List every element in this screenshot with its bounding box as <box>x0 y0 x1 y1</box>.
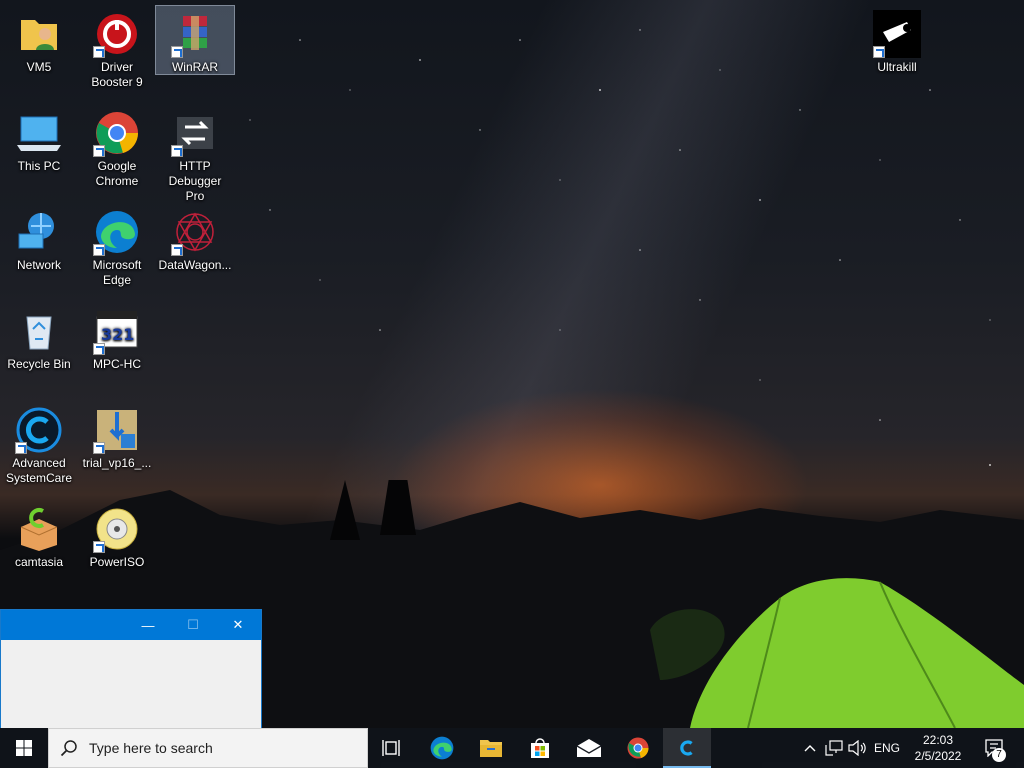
icon-label: camtasia <box>14 555 64 569</box>
search-placeholder: Type here to search <box>89 740 213 756</box>
taskbar: Type here to search ENG 22:03 2/5/2022 7 <box>0 728 1024 768</box>
minimize-button[interactable]: — <box>125 610 171 640</box>
this-pc-icon <box>15 109 63 157</box>
clock-time: 22:03 <box>922 733 954 747</box>
advanced-systemcare-icon <box>15 406 63 454</box>
notification-count-badge: 7 <box>992 748 1006 762</box>
desktop-icon-ultrakill[interactable]: Ultrakill <box>858 6 936 75</box>
desktop-icon-network[interactable]: Network <box>0 204 78 273</box>
recycle-bin-icon <box>15 307 63 355</box>
camtasia-icon <box>15 505 63 553</box>
icon-label: Advanced SystemCare <box>5 456 73 485</box>
shortcut-arrow-icon <box>171 46 183 58</box>
icon-label: trial_vp16_... <box>82 456 152 470</box>
icon-label: HTTP Debugger Pro <box>168 159 222 203</box>
microsoft-store-icon <box>531 738 549 758</box>
close-button[interactable]: ✕ <box>215 610 261 640</box>
icon-label: PowerISO <box>89 555 145 569</box>
desktop-icon-http-debugger[interactable]: HTTP Debugger Pro <box>156 105 234 204</box>
icon-label: VM5 <box>26 60 52 74</box>
search-icon <box>49 739 89 757</box>
tray-language[interactable]: ENG <box>872 728 902 768</box>
maximize-button[interactable]: ☐ <box>170 610 216 640</box>
icon-label: This PC <box>17 159 61 173</box>
shortcut-arrow-icon <box>93 343 105 355</box>
app-window[interactable]: — ☐ ✕ <box>0 609 262 728</box>
action-center-button[interactable]: 7 <box>978 728 1010 768</box>
icon-label: WinRAR <box>171 60 218 74</box>
window-client-area <box>1 640 261 728</box>
desktop-icon-chrome[interactable]: Google Chrome <box>78 105 156 189</box>
edge-icon <box>93 208 141 256</box>
icon-label: Google Chrome <box>95 159 139 188</box>
start-button[interactable] <box>0 728 48 768</box>
task-view-button[interactable] <box>368 728 416 768</box>
desktop-icon-mpc-hc[interactable]: 321 MPC-HC <box>78 303 156 372</box>
icon-label: Microsoft Edge <box>92 258 142 287</box>
clock-date: 2/5/2022 <box>914 749 962 763</box>
chrome-icon <box>93 109 141 157</box>
icon-label: Ultrakill <box>877 60 917 74</box>
ultrakill-icon <box>873 10 921 58</box>
task-view-icon <box>382 740 400 756</box>
windows-logo-icon <box>16 740 32 756</box>
desktop-icon-edge[interactable]: Microsoft Edge <box>78 204 156 288</box>
chrome-icon <box>627 737 649 759</box>
taskbar-chrome[interactable] <box>614 728 662 768</box>
poweriso-icon <box>93 505 141 553</box>
taskbar-advanced-systemcare[interactable] <box>663 728 711 768</box>
installer-icon <box>93 406 141 454</box>
desktop-icon-poweriso[interactable]: PowerISO <box>78 501 156 570</box>
shortcut-arrow-icon <box>93 145 105 157</box>
advanced-systemcare-icon <box>680 740 693 756</box>
taskbar-mail[interactable] <box>565 728 613 768</box>
desktop-icon-trial-vp16[interactable]: trial_vp16_... <box>78 402 156 471</box>
shortcut-arrow-icon <box>93 541 105 553</box>
mpc-hc-icon: 321 <box>93 307 141 355</box>
tray-show-hidden-icons[interactable] <box>800 728 820 768</box>
desktop-icon-datawagon[interactable]: DataWagon... <box>156 204 234 273</box>
icon-label: DataWagon... <box>158 258 232 272</box>
icon-label: Recycle Bin <box>7 357 71 371</box>
shortcut-arrow-icon <box>15 442 27 454</box>
desktop-icon-this-pc[interactable]: This PC <box>0 105 78 174</box>
network-wired-icon <box>825 740 843 756</box>
icon-label: MPC-HC <box>93 357 141 371</box>
folder-user-icon <box>15 10 63 58</box>
desktop-icon-camtasia[interactable]: camtasia <box>0 501 78 570</box>
svg-text:321: 321 <box>101 325 134 344</box>
http-debugger-icon <box>171 109 219 157</box>
driver-booster-icon <box>93 10 141 58</box>
mail-icon <box>576 739 602 757</box>
tray-network[interactable] <box>822 728 846 768</box>
chevron-up-icon <box>804 745 816 752</box>
tray-volume[interactable] <box>846 728 870 768</box>
datawagon-icon <box>171 208 219 256</box>
tray-clock[interactable]: 22:03 2/5/2022 <box>904 728 972 768</box>
network-icon <box>15 208 63 256</box>
desktop-icon-recycle-bin[interactable]: Recycle Bin <box>0 303 78 372</box>
edge-icon <box>430 736 454 760</box>
desktop-icon-advanced-systemcare[interactable]: Advanced SystemCare <box>0 402 78 486</box>
shortcut-arrow-icon <box>93 46 105 58</box>
desktop-icon-driver-booster[interactable]: Driver Booster 9 <box>78 6 156 90</box>
file-explorer-icon <box>480 740 502 757</box>
window-titlebar[interactable]: — ☐ ✕ <box>1 610 261 640</box>
taskbar-microsoft-store[interactable] <box>516 728 564 768</box>
icon-label: Network <box>16 258 61 272</box>
shortcut-arrow-icon <box>873 46 885 58</box>
shortcut-arrow-icon <box>171 145 183 157</box>
icon-label: Driver Booster 9 <box>91 60 143 89</box>
desktop-icon-winrar[interactable]: WinRAR <box>155 5 235 75</box>
shortcut-arrow-icon <box>93 442 105 454</box>
taskbar-file-explorer[interactable] <box>467 728 515 768</box>
desktop-icon-vm5[interactable]: VM5 <box>0 6 78 75</box>
taskbar-edge[interactable] <box>418 728 466 768</box>
shortcut-arrow-icon <box>93 244 105 256</box>
taskbar-search-box[interactable]: Type here to search <box>48 728 368 768</box>
winrar-icon <box>171 10 219 58</box>
shortcut-arrow-icon <box>171 244 183 256</box>
speaker-icon <box>848 740 866 756</box>
